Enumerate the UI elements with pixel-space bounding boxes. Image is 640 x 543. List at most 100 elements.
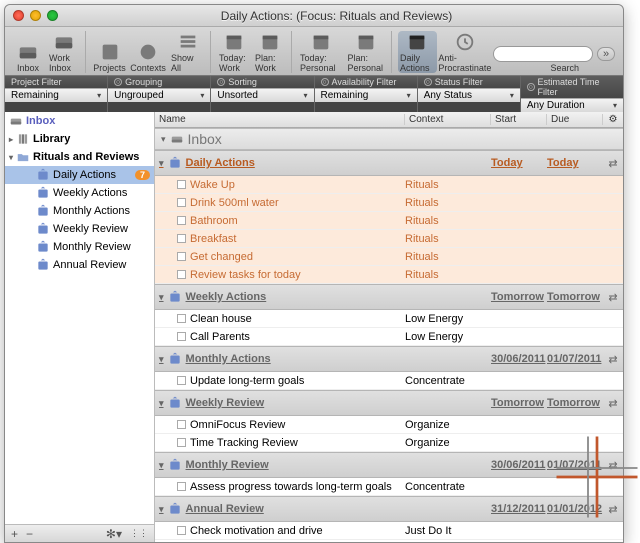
repeat-icon: ⇄: [603, 459, 623, 472]
project-row[interactable]: ▾Monthly Actions30/06/201101/07/2011⇄: [155, 346, 623, 372]
due-date[interactable]: 01/07/2011: [547, 459, 603, 471]
project-row[interactable]: ▾Weekly ActionsTomorrowTomorrow⇄: [155, 284, 623, 310]
task-row[interactable]: Check motivation and driveJust Do It: [155, 522, 623, 540]
sidebar-item[interactable]: Monthly Actions: [5, 202, 154, 220]
task-context: Rituals: [405, 215, 491, 227]
toolbar-plan-personal[interactable]: Plan: Personal: [345, 31, 387, 73]
window-title: Daily Actions: (Focus: Rituals and Revie…: [58, 9, 615, 23]
start-date[interactable]: Today: [491, 157, 547, 169]
filter-sorting-label: ○Sorting: [211, 76, 313, 88]
task-row[interactable]: Time Tracking ReviewOrganize: [155, 434, 623, 452]
task-row[interactable]: Assess progress towards long-term goalsC…: [155, 478, 623, 496]
project-row[interactable]: ▾Daily ActionsTodayToday⇄: [155, 150, 623, 176]
start-date[interactable]: 30/06/2011: [491, 353, 547, 365]
task-row[interactable]: BathroomRituals: [155, 212, 623, 230]
col-due[interactable]: Due: [547, 114, 603, 125]
due-date[interactable]: 01/01/2012: [547, 503, 603, 515]
sidebar-inbox[interactable]: Inbox: [5, 112, 154, 130]
toolbar-daily-actions[interactable]: Daily Actions: [398, 31, 437, 73]
repeat-project-icon: [36, 258, 50, 272]
add-button[interactable]: +: [11, 527, 18, 541]
col-icon[interactable]: ⚙: [603, 114, 623, 125]
search-input[interactable]: [493, 46, 593, 62]
task-row[interactable]: Wake UpRituals: [155, 176, 623, 194]
filter-grouping[interactable]: Ungrouped▾: [108, 88, 210, 102]
remove-button[interactable]: −: [26, 527, 33, 541]
task-row[interactable]: Get changedRituals: [155, 248, 623, 266]
filter-project[interactable]: Remaining▾: [5, 88, 107, 102]
toolbar-show-all[interactable]: Show All: [169, 31, 206, 73]
toolbar: Inbox Work Inbox Projects Contexts Show …: [5, 27, 623, 76]
project-row[interactable]: ▾Annual Review31/12/201101/01/2012⇄: [155, 496, 623, 522]
sidebar-folder[interactable]: ▾Rituals and Reviews: [5, 148, 154, 166]
toolbar-contexts[interactable]: Contexts: [129, 41, 167, 73]
checkbox[interactable]: [177, 234, 186, 243]
toolbar-plan-work[interactable]: Plan: Work: [253, 31, 287, 73]
filter-status[interactable]: Any Status▾: [418, 88, 520, 102]
col-name[interactable]: Name: [155, 114, 405, 125]
filter-availability-label: ○Availability Filter: [315, 76, 417, 88]
sidebar-resize-icon[interactable]: ⋮⋮: [130, 528, 148, 539]
start-date[interactable]: 31/12/2011: [491, 503, 547, 515]
repeat-icon: ⇄: [603, 397, 623, 410]
checkbox[interactable]: [177, 270, 186, 279]
close-icon[interactable]: [13, 10, 24, 21]
filter-duration[interactable]: Any Duration▾: [521, 98, 623, 112]
filter-sorting[interactable]: Unsorted▾: [211, 88, 313, 102]
toolbar-overflow-button[interactable]: »: [597, 47, 615, 61]
toolbar-anti-procrastinate[interactable]: Anti-Procrastinate: [439, 31, 491, 73]
checkbox[interactable]: [177, 252, 186, 261]
toolbar-projects[interactable]: Projects: [92, 41, 127, 73]
toolbar-work-inbox[interactable]: Work Inbox: [47, 31, 81, 73]
task-row[interactable]: Update long-term goalsConcentrate: [155, 372, 623, 390]
due-date[interactable]: Tomorrow: [547, 397, 603, 409]
checkbox[interactable]: [177, 438, 186, 447]
project-row[interactable]: ▾Monthly Review30/06/201101/07/2011⇄: [155, 452, 623, 478]
gear-icon[interactable]: ✻▾: [106, 527, 122, 541]
repeat-project-icon: [168, 502, 182, 516]
col-start[interactable]: Start: [491, 114, 547, 125]
sidebar-item[interactable]: Annual Review: [5, 256, 154, 274]
task-row[interactable]: Call ParentsLow Energy: [155, 328, 623, 346]
checkbox[interactable]: [177, 198, 186, 207]
checkbox[interactable]: [177, 314, 186, 323]
task-row[interactable]: Clean houseLow Energy: [155, 310, 623, 328]
task-row[interactable]: BreakfastRituals: [155, 230, 623, 248]
sidebar-item[interactable]: Weekly Review: [5, 220, 154, 238]
checkbox[interactable]: [177, 376, 186, 385]
checkbox[interactable]: [177, 180, 186, 189]
clock-icon: [454, 31, 476, 53]
sidebar-item[interactable]: Weekly Actions: [5, 184, 154, 202]
count-badge: 7: [135, 170, 150, 180]
due-date[interactable]: Today: [547, 157, 603, 169]
start-date[interactable]: Tomorrow: [491, 291, 547, 303]
toolbar-today-work[interactable]: Today: Work: [217, 31, 251, 73]
col-context[interactable]: Context: [405, 114, 491, 125]
calendar-icon: [223, 31, 245, 53]
filter-grouping-label: ○Grouping: [108, 76, 210, 88]
checkbox[interactable]: [177, 332, 186, 341]
task-row[interactable]: Review tasks for todayRituals: [155, 266, 623, 284]
due-date[interactable]: Tomorrow: [547, 291, 603, 303]
start-date[interactable]: Tomorrow: [491, 397, 547, 409]
task-row[interactable]: OmniFocus ReviewOrganize: [155, 416, 623, 434]
toolbar-today-personal[interactable]: Today: Personal: [298, 31, 343, 73]
task-context: Rituals: [405, 251, 491, 263]
start-date[interactable]: 30/06/2011: [491, 459, 547, 471]
checkbox[interactable]: [177, 482, 186, 491]
due-date[interactable]: 01/07/2011: [547, 353, 603, 365]
minimize-icon[interactable]: [30, 10, 41, 21]
sidebar-item[interactable]: Daily Actions7: [5, 166, 154, 184]
filter-availability[interactable]: Remaining▾: [315, 88, 417, 102]
sidebar-item[interactable]: Monthly Review: [5, 238, 154, 256]
project-row[interactable]: ▾Weekly ReviewTomorrowTomorrow⇄: [155, 390, 623, 416]
sidebar-library[interactable]: ▸Library: [5, 130, 154, 148]
checkbox[interactable]: [177, 216, 186, 225]
group-inbox[interactable]: ▾Inbox: [155, 128, 623, 150]
task-context: Low Energy: [405, 313, 491, 325]
zoom-icon[interactable]: [47, 10, 58, 21]
task-row[interactable]: Drink 500ml waterRituals: [155, 194, 623, 212]
toolbar-inbox[interactable]: Inbox: [11, 41, 45, 73]
checkbox[interactable]: [177, 420, 186, 429]
checkbox[interactable]: [177, 526, 186, 535]
